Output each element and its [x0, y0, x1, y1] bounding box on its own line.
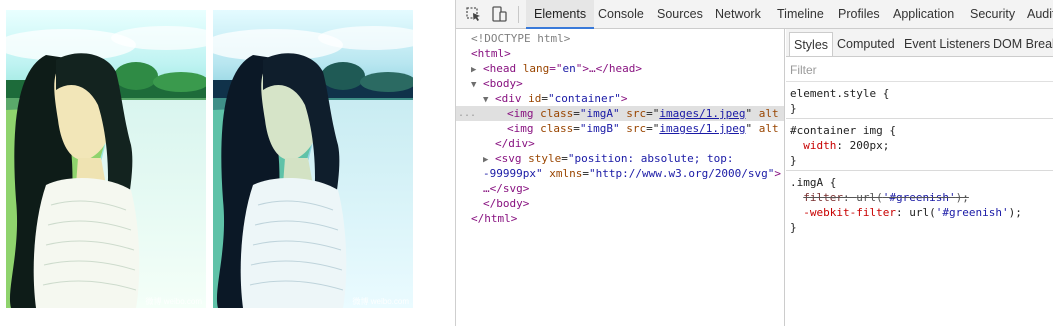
dom-html-open[interactable]: <html> — [456, 46, 784, 61]
tab-computed[interactable]: Computed — [833, 32, 899, 56]
inspect-element-icon[interactable] — [465, 6, 483, 23]
imgB-alt-attr: alt — [758, 122, 779, 135]
webkit-filter-value-string[interactable]: '#greenish' — [936, 206, 1009, 219]
imgB-tag: <img — [507, 122, 541, 135]
tab-event-listeners[interactable]: Event Listeners — [900, 32, 994, 56]
devtools-toolbar: Elements Console Sources Network Timelin… — [456, 0, 1053, 29]
dom-svg[interactable]: ▶ <svg style="position: absolute; top: — [456, 151, 784, 166]
photo-b-watermark: 微博 weibo.com — [353, 296, 410, 306]
tab-profiles[interactable]: Profiles — [838, 0, 880, 29]
device-mode-icon[interactable] — [490, 6, 508, 23]
expand-triangle-icon[interactable]: ▶ — [483, 155, 488, 165]
svg-close-bracket: > — [774, 167, 782, 180]
svg-style-value: "position: absolute; top: — [567, 152, 734, 165]
dom-div-container[interactable]: ▼ <div id="container"> — [456, 91, 784, 106]
imgA-tag: <img — [507, 107, 541, 120]
rule-imgA[interactable]: .imgA { filter: url('#greenish'); -webki… — [786, 172, 1053, 239]
width-value[interactable]: 200px — [850, 139, 883, 152]
imgA-class-attr: class — [540, 107, 574, 120]
selected-row-marker: ... — [458, 108, 477, 119]
webkit-filter-value-suffix: ); — [1008, 206, 1022, 219]
filter-value-suffix: ); — [955, 191, 969, 204]
dom-html-close[interactable]: </html> — [456, 211, 784, 226]
head-tag: <head — [483, 62, 523, 75]
div-tag: <div — [495, 92, 529, 105]
imgB-src-attr: src — [626, 122, 647, 135]
filter-value-string: '#greenish' — [882, 191, 956, 204]
dom-body-open[interactable]: ▼ <body> — [456, 76, 784, 91]
element-style-selector: element.style — [790, 87, 877, 100]
head-attr-name: lang — [522, 62, 550, 75]
filter-property: filter — [803, 191, 843, 204]
filter-value-prefix: url( — [856, 191, 883, 204]
collapse-triangle-icon[interactable]: ▼ — [471, 80, 476, 90]
svg-tag: <svg — [495, 152, 529, 165]
imgA-src-attr: src — [626, 107, 647, 120]
div-attr-name: id — [528, 92, 542, 105]
webkit-filter-property[interactable]: -webkit-filter — [803, 206, 896, 219]
dom-tree: <!DOCTYPE html> <html> ▶ <head lang="en"… — [456, 29, 785, 326]
html-tag: <html> — [471, 47, 511, 60]
photo-imgA-filtered: 微博 weibo.com — [6, 10, 206, 308]
svg-close-tag: …</svg> — [483, 182, 530, 195]
toolbar-divider — [518, 6, 519, 23]
tab-dom-breakpoints[interactable]: DOM Break — [989, 32, 1053, 56]
dom-img-a-selected[interactable]: ... <img class="imgA" src="images/1.jpeg"… — [456, 106, 784, 121]
dom-svg-close[interactable]: …</svg> — [456, 181, 784, 196]
imgB-src-link[interactable]: images/1.jpeg — [659, 122, 745, 135]
div-close-tag: </div> — [495, 137, 535, 150]
filter-declaration-overridden[interactable]: filter: url('#greenish'); — [803, 191, 969, 204]
expand-triangle-icon[interactable]: ▶ — [471, 65, 476, 75]
doctype-text: <!DOCTYPE html> — [471, 32, 571, 45]
div-attr-value: "container" — [548, 92, 621, 105]
rule-element-style[interactable]: element.style { } — [786, 83, 1053, 119]
tab-styles[interactable]: Styles — [789, 32, 834, 56]
devtools-panel: Elements Console Sources Network Timelin… — [455, 0, 1053, 326]
dom-div-close[interactable]: </div> — [456, 136, 784, 151]
svg-style-attr: style — [528, 152, 562, 165]
imgA-alt-attr: alt — [758, 107, 779, 120]
dom-doctype[interactable]: <!DOCTYPE html> — [456, 31, 784, 46]
photo-imgA-graphic: 微博 weibo.com — [6, 10, 206, 308]
html-close-tag: </html> — [471, 212, 518, 225]
imgA-selector: .imgA — [790, 176, 824, 189]
styles-filter-input[interactable] — [786, 58, 1053, 82]
tab-audits[interactable]: Audit — [1027, 0, 1053, 29]
svg-xmlns-value: "http://www.w3.org/2000/svg" — [588, 167, 775, 180]
dom-svg-cont[interactable]: -99999px" xmlns="http://www.w3.org/2000/… — [456, 166, 784, 181]
dom-img-b[interactable]: <img class="imgB" src="images/1.jpeg" al… — [456, 121, 784, 136]
body-tag: <body> — [483, 77, 523, 90]
tab-timeline[interactable]: Timeline — [777, 0, 824, 29]
dom-head[interactable]: ▶ <head lang="en">…</head> — [456, 61, 784, 76]
div-close-bracket: > — [620, 92, 628, 105]
svg-style-value-cont: -99999px" — [483, 167, 543, 180]
tab-network[interactable]: Network — [715, 0, 761, 29]
head-tag-rest: ">…</head> — [575, 62, 643, 75]
photo-a-watermark: 微博 weibo.com — [146, 296, 203, 306]
rule-container-img[interactable]: #container img { width: 200px; } — [786, 120, 1053, 171]
head-attr-value: en — [562, 62, 576, 75]
tab-console[interactable]: Console — [598, 0, 644, 29]
head-attr-eq: =" — [549, 62, 563, 75]
svg-xmlns-attr: xmlns — [549, 167, 583, 180]
dom-body-close[interactable]: </body> — [456, 196, 784, 211]
styles-sidebar: Styles Computed Event Listeners DOM Brea… — [786, 29, 1053, 326]
width-property[interactable]: width — [803, 139, 836, 152]
rendered-page: 微博 weibo.com 微博 weibo.com — [0, 0, 455, 326]
tab-application[interactable]: Application — [893, 0, 954, 29]
tab-sources[interactable]: Sources — [657, 0, 703, 29]
tab-elements[interactable]: Elements — [526, 0, 595, 29]
sidebar-tabs: Styles Computed Event Listeners DOM Brea… — [786, 29, 1053, 57]
collapse-triangle-icon[interactable]: ▼ — [483, 95, 488, 105]
photo-imgB-graphic: 微博 weibo.com — [213, 10, 413, 308]
webkit-filter-value-prefix: url( — [909, 206, 936, 219]
photo-imgB-original: 微博 weibo.com — [213, 10, 413, 308]
body-close-tag: </body> — [483, 197, 530, 210]
imgB-class-value: "imgB" — [579, 122, 620, 135]
tab-security[interactable]: Security — [970, 0, 1015, 29]
imgB-class-attr: class — [540, 122, 574, 135]
imgA-src-link[interactable]: images/1.jpeg — [659, 107, 745, 120]
container-img-selector: #container img — [790, 124, 883, 137]
imgA-class-value: "imgA" — [579, 107, 620, 120]
